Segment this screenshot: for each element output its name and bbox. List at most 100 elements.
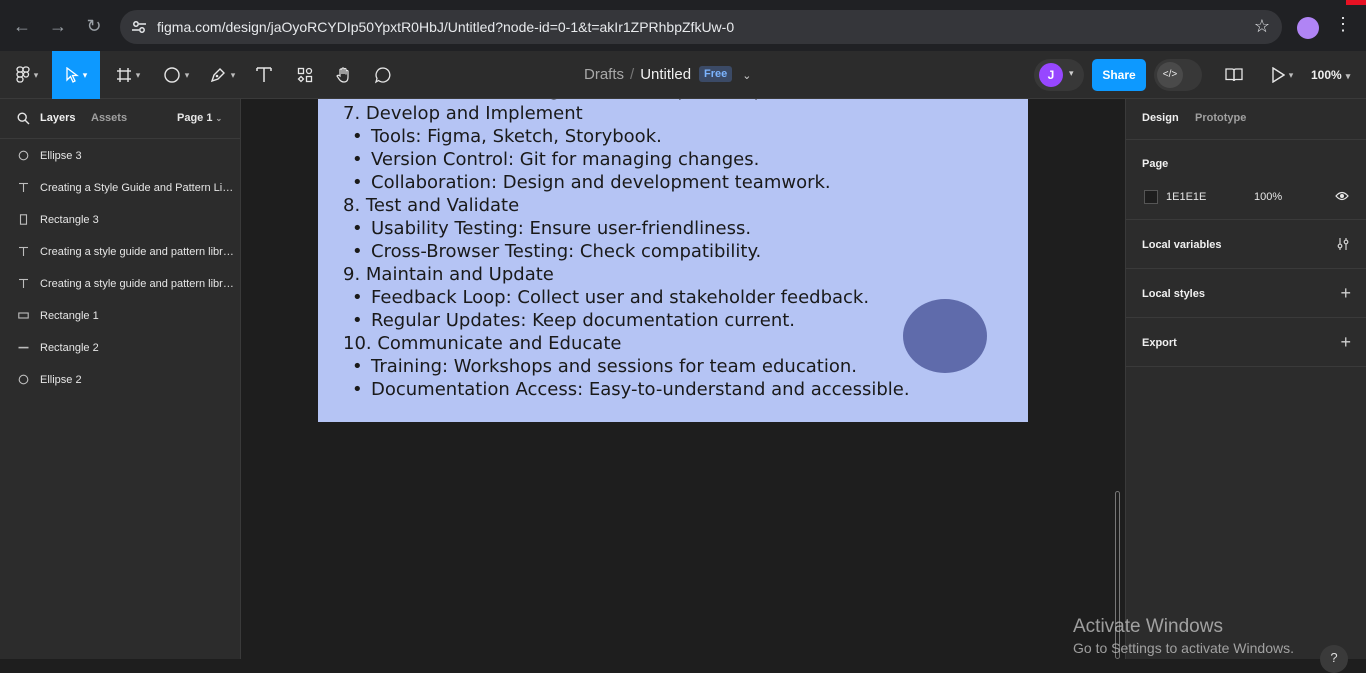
page-color-swatch[interactable]: [1144, 190, 1158, 204]
avatar[interactable]: J: [1039, 63, 1063, 87]
pen-icon: [210, 68, 225, 83]
layer-label: Creating a style guide and pattern libra…: [40, 278, 234, 290]
reload-icon[interactable]: ↻: [81, 13, 107, 39]
layer-label: Creating a Style Guide and Pattern Libra…: [40, 182, 234, 194]
frame-icon: [116, 68, 131, 82]
move-tool-button[interactable]: ▾: [52, 51, 100, 99]
profile-icon[interactable]: [1297, 17, 1319, 39]
arrow-right-icon[interactable]: →: [45, 13, 71, 39]
section-heading: 8. Test and Validate: [343, 195, 520, 216]
layer-label: Rectangle 2: [40, 342, 99, 354]
pen-tool-button[interactable]: ▾: [202, 51, 242, 99]
text-layer-icon: [19, 246, 28, 256]
tab-layers[interactable]: Layers: [40, 112, 75, 124]
left-panel-tabs: Layers Assets Page 1 ⌄: [0, 99, 240, 139]
layer-row[interactable]: Rectangle 1: [0, 300, 240, 332]
layer-label: Ellipse 2: [40, 374, 82, 386]
resources-button[interactable]: [291, 51, 319, 99]
chevron-down-icon: ▾: [33, 69, 39, 80]
ellipse-shape[interactable]: [903, 299, 987, 373]
layer-row[interactable]: Rectangle 3: [0, 204, 240, 236]
chevron-down-icon: ▾: [1069, 68, 1074, 78]
shape-tool-button[interactable]: ▾: [156, 51, 196, 99]
page-dropdown[interactable]: Page 1 ⌄: [177, 112, 222, 124]
present-button[interactable]: ▾: [1264, 51, 1300, 99]
plus-icon[interactable]: +: [1340, 333, 1351, 351]
layer-row[interactable]: Creating a style guide and pattern libra…: [0, 268, 240, 300]
library-button[interactable]: [1220, 51, 1248, 99]
text-layer-icon: [19, 182, 28, 192]
chevron-down-icon: ⌄: [215, 114, 223, 123]
share-button[interactable]: Share: [1092, 59, 1146, 91]
page-section: Page 1E1E1E 100%: [1126, 140, 1366, 220]
layer-row[interactable]: Creating a style guide and pattern libra…: [0, 236, 240, 268]
frame[interactable]: Best Practices: Design and development t…: [318, 99, 1028, 422]
hand-tool-button[interactable]: [330, 51, 358, 99]
export-title: Export: [1142, 337, 1177, 349]
site-info-icon[interactable]: [130, 18, 148, 36]
activation-watermark-title: Activate Windows: [1073, 616, 1223, 637]
search-icon[interactable]: [17, 112, 30, 125]
local-variables-title: Local variables: [1142, 239, 1222, 251]
bullet-line: Training: Workshops and sessions for tea…: [343, 355, 910, 378]
figma-logo-icon: [16, 66, 30, 83]
file-title[interactable]: Untitled: [640, 66, 691, 83]
line-icon: [18, 346, 29, 349]
dev-mode-toggle[interactable]: </>: [1154, 59, 1202, 91]
zoom-dropdown[interactable]: 100% ▾: [1311, 68, 1350, 82]
browser-bar: ← → ↻ figma.com/design/jaOyoRCYDIp50Ypxt…: [0, 0, 1366, 51]
text-tool-button[interactable]: [250, 51, 278, 99]
eye-icon[interactable]: [1335, 190, 1349, 202]
page-opacity[interactable]: 100%: [1254, 191, 1282, 203]
url-text[interactable]: figma.com/design/jaOyoRCYDIp50YpxtR0HbJ/…: [157, 19, 734, 35]
zoom-value: 100%: [1311, 68, 1342, 82]
variables-icon[interactable]: [1336, 237, 1350, 251]
bullet-line: Version Control: Git for managing change…: [343, 148, 910, 171]
text-icon: [256, 67, 272, 82]
hand-icon: [336, 67, 349, 83]
main-menu-button[interactable]: ▾: [8, 51, 46, 99]
layer-row[interactable]: Rectangle 2: [0, 332, 240, 364]
chevron-down-icon: ▾: [135, 69, 141, 80]
export-section[interactable]: Export +: [1126, 318, 1366, 367]
arrow-left-icon[interactable]: ←: [9, 13, 35, 39]
help-button[interactable]: ?: [1320, 645, 1348, 673]
bullet-line: Feedback Loop: Collect user and stakehol…: [343, 286, 910, 309]
tab-assets[interactable]: Assets: [91, 112, 127, 124]
layer-row[interactable]: Ellipse 2: [0, 364, 240, 396]
section-heading: 10. Communicate and Educate: [343, 333, 622, 354]
window-close-hint: [1346, 0, 1366, 5]
properties-panel: Design Prototype Page 1E1E1E 100% Local …: [1125, 99, 1366, 659]
tab-design[interactable]: Design: [1142, 112, 1179, 124]
plan-badge: Free: [699, 66, 733, 82]
rectangle-icon: [18, 312, 29, 319]
rectangle-icon: [19, 214, 28, 225]
drafts-link[interactable]: Drafts: [584, 66, 624, 83]
layer-row[interactable]: Creating a Style Guide and Pattern Libra…: [0, 172, 240, 204]
text-layer[interactable]: Best Practices: Design and development t…: [343, 99, 910, 401]
local-variables-section[interactable]: Local variables: [1126, 220, 1366, 269]
plus-icon[interactable]: +: [1340, 284, 1351, 302]
local-styles-section[interactable]: Local styles +: [1126, 269, 1366, 318]
address-bar[interactable]: figma.com/design/jaOyoRCYDIp50YpxtR0HbJ/…: [120, 10, 1282, 44]
layers-panel: Layers Assets Page 1 ⌄ Ellipse 3 Creating…: [0, 99, 241, 659]
bullet-line: Regular Updates: Keep documentation curr…: [343, 309, 910, 332]
chevron-down-icon: ▾: [1345, 71, 1351, 81]
kebab-icon[interactable]: ⋮: [1334, 14, 1352, 35]
chevron-down-icon[interactable]: ⌄: [742, 70, 751, 82]
comment-tool-button[interactable]: [369, 51, 397, 99]
frame-tool-button[interactable]: ▾: [108, 51, 148, 99]
design-canvas[interactable]: Best Practices: Design and development t…: [241, 99, 1125, 659]
star-icon[interactable]: ☆: [1254, 16, 1270, 37]
comment-icon: [374, 67, 391, 84]
tab-prototype[interactable]: Prototype: [1195, 112, 1246, 124]
local-styles-title: Local styles: [1142, 288, 1205, 300]
activation-watermark-subtitle: Go to Settings to activate Windows.: [1073, 640, 1294, 656]
section-heading: 7. Develop and Implement: [343, 103, 583, 124]
page-color-hex[interactable]: 1E1E1E: [1166, 191, 1206, 203]
chevron-down-icon: ▾: [230, 69, 236, 80]
layer-label: Ellipse 3: [40, 150, 82, 162]
multiplayer-avatars[interactable]: J ▾: [1034, 59, 1084, 91]
layer-row[interactable]: Ellipse 3: [0, 140, 240, 172]
page-section-title: Page: [1142, 158, 1169, 170]
